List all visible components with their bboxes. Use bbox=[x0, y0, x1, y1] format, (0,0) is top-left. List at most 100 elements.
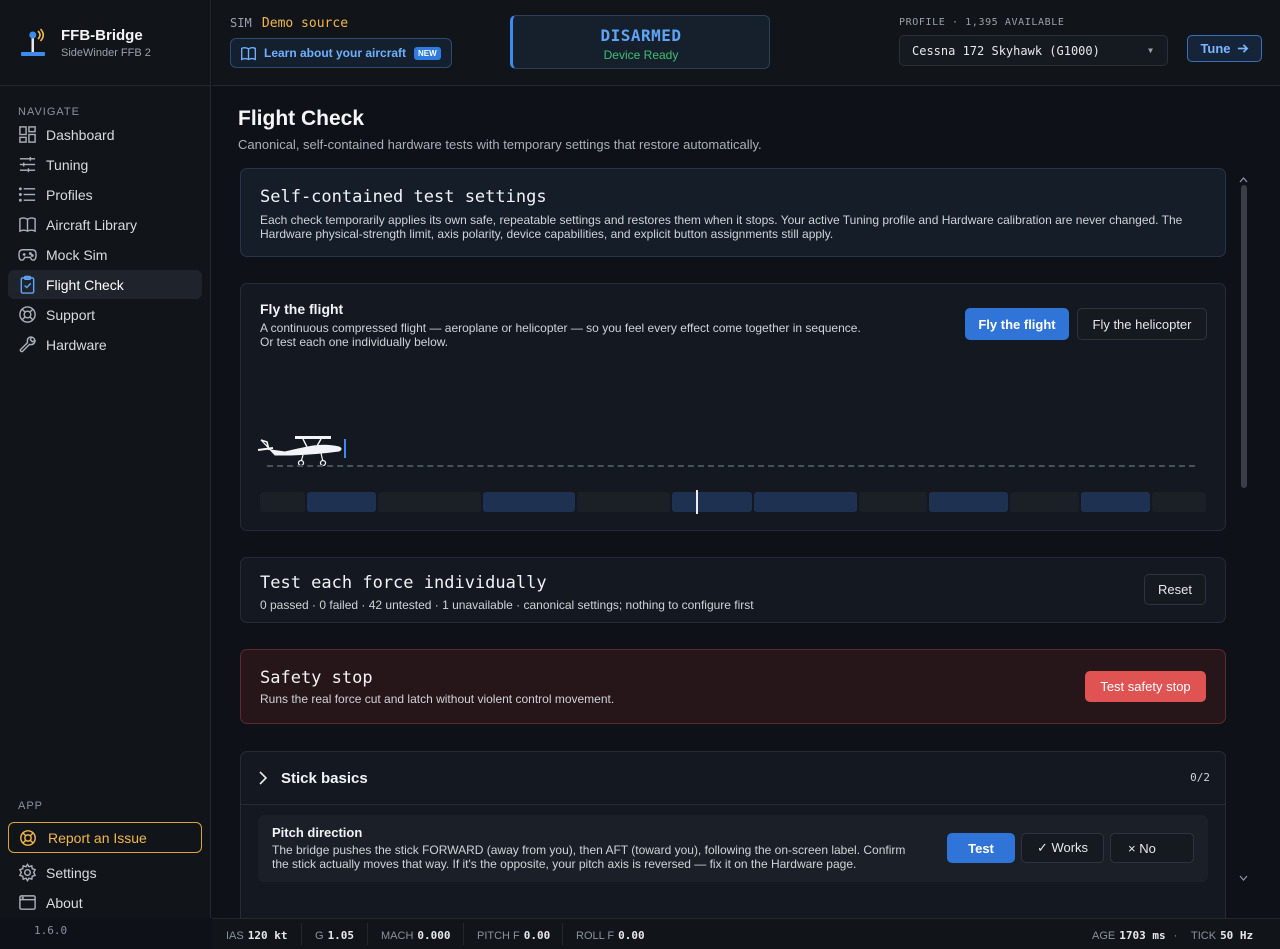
safety-stop-description: Runs the real force cut and latch withou… bbox=[260, 692, 615, 706]
sliders-icon bbox=[19, 156, 36, 173]
test-button[interactable]: Test bbox=[947, 833, 1015, 863]
arrow-right-icon bbox=[1237, 44, 1248, 53]
timeline-segment[interactable] bbox=[1081, 492, 1151, 512]
sim-source: SIM Demo source bbox=[230, 16, 348, 31]
nav-label: Dashboard bbox=[46, 126, 115, 143]
brand: FFB-Bridge SideWinder FFB 2 bbox=[0, 0, 210, 86]
window-icon bbox=[19, 895, 36, 910]
wrench-icon bbox=[19, 336, 36, 353]
profile-value: Cessna 172 Skyhawk (G1000) bbox=[912, 43, 1100, 58]
profile-select[interactable]: Cessna 172 Skyhawk (G1000) ▼ bbox=[899, 35, 1168, 66]
profile-label: PROFILE · 1,395 AVAILABLE bbox=[899, 17, 1065, 28]
nav-heading: NAVIGATE bbox=[18, 106, 80, 118]
about-link[interactable]: About bbox=[18, 893, 83, 912]
scrollbar-thumb[interactable] bbox=[1241, 185, 1247, 488]
learn-aircraft-button[interactable]: Learn about your aircraft NEW bbox=[230, 38, 452, 68]
test-settings-description: Each check temporarily applies its own s… bbox=[260, 213, 1183, 241]
stick-basics-header[interactable]: Stick basics 0/2 bbox=[241, 752, 1225, 805]
g-readout: G 1.05 bbox=[315, 929, 354, 942]
no-button[interactable]: × No bbox=[1110, 833, 1194, 863]
about-label: About bbox=[46, 894, 83, 911]
sidebar: FFB-Bridge SideWinder FFB 2 NAVIGATE Das… bbox=[0, 0, 211, 937]
reset-button[interactable]: Reset bbox=[1144, 574, 1206, 605]
nav-label: Flight Check bbox=[46, 276, 124, 293]
force-test-title: Test each force individually bbox=[260, 573, 547, 593]
roll-force-readout: ROLL F 0.00 bbox=[576, 929, 645, 942]
nav-item-aircraft-library[interactable]: Aircraft Library bbox=[8, 210, 202, 239]
settings-link[interactable]: Settings bbox=[18, 863, 97, 882]
arm-status: DISARMED bbox=[600, 26, 682, 45]
clipboard-check-icon bbox=[20, 275, 35, 294]
fly-flight-button[interactable]: Fly the flight bbox=[965, 308, 1069, 340]
nav-label: Profiles bbox=[46, 186, 93, 203]
test-safety-stop-button[interactable]: Test safety stop bbox=[1085, 671, 1206, 702]
ias-readout: IAS 120 kt bbox=[226, 929, 287, 942]
dashboard-icon bbox=[19, 126, 36, 143]
age-value: 1703 ms bbox=[1119, 929, 1166, 942]
nav-item-flight-check[interactable]: Flight Check bbox=[8, 270, 202, 299]
settings-label: Settings bbox=[46, 864, 97, 881]
device-status: Device Ready bbox=[603, 48, 679, 62]
main-content: Flight Check Canonical, self-contained h… bbox=[212, 87, 1280, 918]
timeline-segment[interactable] bbox=[378, 492, 482, 512]
ias-label: IAS bbox=[226, 930, 244, 942]
airplane-icon bbox=[257, 436, 346, 466]
safety-stop-title: Safety stop bbox=[260, 668, 373, 688]
flight-timeline[interactable] bbox=[260, 490, 1206, 514]
tune-button[interactable]: Tune bbox=[1187, 35, 1262, 62]
nav-item-mock-sim[interactable]: Mock Sim bbox=[8, 240, 202, 269]
timeline-segment[interactable] bbox=[858, 492, 927, 512]
learn-aircraft-label: Learn about your aircraft bbox=[264, 46, 407, 60]
stick-basics-title: Stick basics bbox=[281, 769, 368, 787]
pitch-force-value: 0.00 bbox=[523, 929, 551, 942]
roll-force-value: 0.00 bbox=[618, 929, 645, 942]
nav-label: Mock Sim bbox=[46, 246, 108, 263]
app-version: 1.6.0 bbox=[34, 924, 68, 937]
nav-item-hardware[interactable]: Hardware bbox=[8, 330, 202, 359]
report-issue-label: Report an Issue bbox=[48, 829, 147, 846]
runway-line bbox=[267, 465, 1195, 467]
device-name: SideWinder FFB 2 bbox=[61, 46, 151, 59]
pitch-force-readout: PITCH F 0.00 bbox=[477, 929, 550, 942]
test-settings-card: Self-contained test settings Each check … bbox=[240, 168, 1226, 257]
timeline-segment[interactable] bbox=[483, 492, 575, 512]
pitch-direction-check: Pitch direction The bridge pushes the st… bbox=[258, 815, 1208, 882]
timeline-segment[interactable] bbox=[928, 492, 1009, 512]
nav-label: Aircraft Library bbox=[46, 216, 138, 233]
chevron-right-icon bbox=[259, 771, 268, 785]
timeline-segment[interactable] bbox=[260, 492, 306, 512]
timeline-segment[interactable] bbox=[1152, 492, 1206, 512]
timeline-segment[interactable] bbox=[1010, 492, 1080, 512]
nav-label: Hardware bbox=[46, 336, 107, 353]
timeline-playhead[interactable] bbox=[696, 490, 699, 514]
fly-helicopter-button[interactable]: Fly the helicopter bbox=[1077, 308, 1207, 340]
timeline-segment[interactable] bbox=[576, 492, 670, 512]
sim-label: SIM bbox=[230, 16, 252, 30]
age-readout: AGE 1703 ms · bbox=[1092, 929, 1178, 942]
nav-item-dashboard[interactable]: Dashboard bbox=[8, 120, 202, 149]
mach-readout: MACH 0.000 bbox=[381, 929, 451, 942]
nav-item-tuning[interactable]: Tuning bbox=[8, 150, 202, 179]
gamepad-icon bbox=[18, 249, 37, 261]
report-issue-button[interactable]: Report an Issue bbox=[8, 822, 202, 853]
force-test-summary: 0 passed · 0 failed · 42 untested · 1 un… bbox=[260, 598, 754, 612]
nav-item-support[interactable]: Support bbox=[8, 300, 202, 329]
mach-value: 0.000 bbox=[417, 929, 451, 942]
tick-value: 50 Hz bbox=[1220, 929, 1254, 942]
works-button[interactable]: ✓ Works bbox=[1021, 833, 1104, 863]
tick-label: TICK bbox=[1191, 930, 1217, 942]
nav-label: Support bbox=[46, 306, 96, 323]
pitch-force-label: PITCH F bbox=[477, 930, 520, 942]
timeline-segment[interactable] bbox=[671, 492, 752, 512]
lifebuoy-icon bbox=[19, 306, 36, 323]
joystick-logo-icon bbox=[20, 27, 48, 58]
scroll-up-icon[interactable] bbox=[1239, 175, 1248, 185]
top-bar: SIM Demo source Learn about your aircraf… bbox=[212, 0, 1280, 86]
nav-label: Tuning bbox=[46, 156, 89, 173]
timeline-segment[interactable] bbox=[307, 492, 377, 512]
gear-icon bbox=[18, 863, 37, 882]
nav-item-profiles[interactable]: Profiles bbox=[8, 180, 202, 209]
timeline-segment[interactable] bbox=[753, 492, 857, 512]
roll-force-label: ROLL F bbox=[576, 930, 615, 942]
scroll-down-icon[interactable] bbox=[1239, 873, 1248, 883]
